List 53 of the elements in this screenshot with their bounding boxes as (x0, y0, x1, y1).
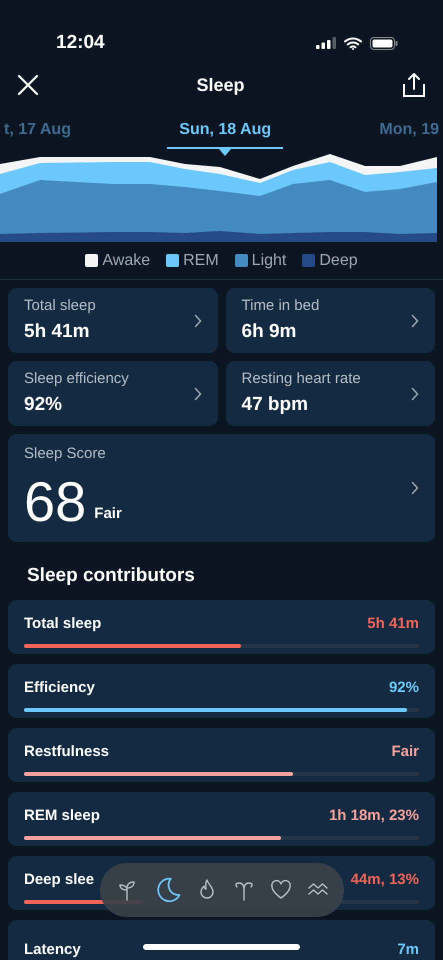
metric-value: 5h 41m (24, 320, 90, 344)
wifi-icon (344, 36, 362, 50)
metric-value: 6h 9m (242, 320, 298, 344)
contributor-card[interactable]: REM sleep 1h 18m, 23% (8, 792, 435, 846)
clock-time: 12:04 (56, 30, 105, 55)
legend-label: Deep (319, 250, 358, 270)
metric-value: 92% (24, 392, 64, 416)
contributor-value: 1h 18m, 23% (328, 806, 419, 826)
battery-icon (370, 36, 398, 50)
contributor-label: Deep slee (24, 870, 94, 890)
metric-label: Sleep efficiency (24, 369, 130, 389)
contributor-value: 5h 41m (367, 614, 419, 634)
chevron-icon (411, 314, 419, 328)
contributor-card[interactable]: Latency 7m (8, 920, 435, 960)
close-button[interactable] (16, 73, 40, 97)
contributor-value: 7m (397, 940, 419, 960)
metric-card[interactable]: Total sleep 5h 41m (8, 288, 218, 353)
contributor-value: 92% (388, 678, 419, 698)
close-icon (16, 73, 40, 97)
contributor-value: 44m, 13% (350, 870, 419, 890)
legend-label: Awake (102, 250, 150, 270)
metric-value: 47 bpm (242, 392, 310, 416)
metric-label: Time in bed (242, 296, 320, 316)
contributor-card[interactable]: Total sleep 5h 41m (8, 600, 435, 654)
metric-card[interactable]: Sleep efficiency 92% (8, 361, 218, 426)
chevron-icon (411, 481, 419, 495)
contributor-label: REM sleep (24, 806, 100, 826)
chevron-icon (194, 314, 202, 328)
date-tab[interactable]: Sun, 18 Aug (167, 118, 284, 156)
sleep-score-card[interactable]: Sleep Score 68 Fair (8, 434, 435, 542)
legend-label: REM (183, 250, 219, 270)
contributor-card[interactable]: Restfulness Fair (8, 728, 435, 782)
score-value: 68 (24, 474, 86, 530)
score-label: Sleep Score (24, 444, 107, 464)
metric-label: Total sleep (24, 296, 97, 316)
metric-card[interactable]: Time in bed 6h 9m (226, 288, 435, 353)
legend-label: Light (252, 250, 286, 270)
chevron-icon (411, 386, 419, 400)
share-button[interactable] (401, 72, 427, 98)
metric-label: Resting heart rate (242, 369, 362, 389)
chevron-icon (194, 386, 202, 400)
section-heading: Sleep contributors (26, 564, 196, 588)
page-title: Sleep (196, 74, 245, 97)
signal-icon (316, 37, 336, 49)
contributor-label: Latency (24, 940, 81, 960)
score-rating: Fair (94, 504, 122, 524)
contributor-card[interactable]: Efficiency 92% (8, 664, 435, 718)
contributor-label: Efficiency (24, 678, 95, 698)
contributor-value: Fair (391, 742, 419, 762)
metric-card[interactable]: Resting heart rate 47 bpm (226, 361, 435, 426)
contributor-label: Restfulness (24, 742, 110, 762)
contributor-label: Total sleep (24, 614, 102, 634)
share-icon (401, 72, 427, 98)
